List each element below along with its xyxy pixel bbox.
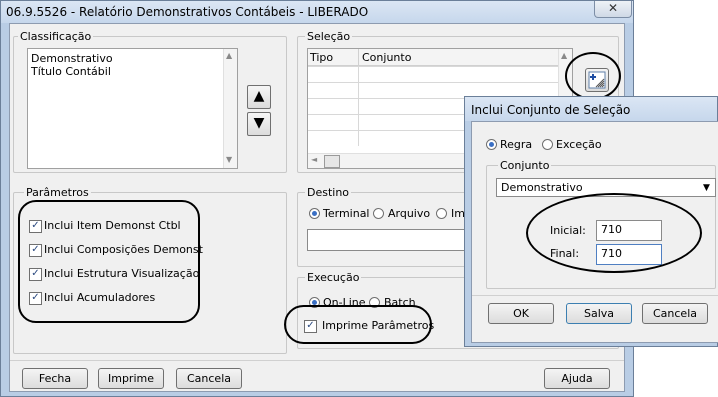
inclui-conjunto-dialog: Inclui Conjunto de Seleção Regra Exceção… (464, 96, 718, 347)
cancela-dialog-button[interactable]: Cancela (642, 303, 708, 324)
inicial-input[interactable]: 710 (596, 220, 662, 241)
list-item[interactable]: Título Contábil (31, 65, 111, 78)
checkbox-estrutura[interactable]: ✓ (29, 268, 42, 281)
checkbox-item-demonst[interactable]: ✓ (29, 220, 42, 233)
scroll-up-icon[interactable]: ▲ (561, 51, 567, 60)
grid-header: Tipo Conjunto (308, 49, 558, 66)
scroll-down-icon[interactable]: ▼ (226, 155, 232, 164)
radio-terminal[interactable] (309, 208, 320, 219)
radio-online[interactable] (309, 297, 320, 308)
destino-label: Destino (305, 186, 352, 199)
dialog-client-area: Regra Exceção Conjunto Demonstrativo ▼ I… (471, 121, 718, 343)
column-divider (358, 49, 359, 65)
arrow-down-icon: ▼ (253, 115, 265, 131)
checkbox-label: Inclui Estrutura Visualização (44, 267, 200, 280)
scroll-left-icon[interactable]: ◄ (311, 155, 317, 164)
fecha-button[interactable]: Fecha (22, 368, 88, 389)
window-title: 06.9.5526 - Relatório Demonstrativos Con… (6, 5, 369, 19)
cancela-button[interactable]: Cancela (176, 368, 242, 389)
arrow-up-icon: ▲ (253, 88, 265, 104)
radio-regra[interactable] (486, 139, 497, 150)
scroll-thumb[interactable] (324, 155, 340, 168)
column-divider (358, 66, 359, 146)
add-set-icon (588, 71, 606, 89)
column-header-tipo[interactable]: Tipo (310, 51, 333, 64)
selecao-label: Seleção (305, 30, 353, 43)
move-up-button[interactable]: ▲ (247, 85, 271, 109)
imprime-button[interactable]: Imprime (98, 368, 164, 389)
destino-input[interactable] (307, 229, 475, 251)
dialog-title: Inclui Conjunto de Seleção (471, 103, 631, 117)
conjunto-value: Demonstrativo (501, 181, 583, 194)
final-input[interactable]: 710 (596, 244, 662, 265)
checkbox-label: Inclui Acumuladores (44, 291, 156, 304)
title-bar[interactable]: 06.9.5526 - Relatório Demonstrativos Con… (1, 1, 633, 23)
execucao-label: Execução (305, 271, 362, 284)
radio-label: Batch (384, 296, 416, 309)
radio-label: Exceção (556, 138, 602, 151)
classificacao-label: Classificação (18, 30, 94, 43)
chevron-down-icon[interactable]: ▼ (703, 179, 710, 197)
classificacao-list[interactable]: Demonstrativo Título Contábil ▲ ▼ (27, 48, 238, 169)
dialog-divider (472, 295, 718, 296)
radio-label: Regra (500, 138, 533, 151)
checkbox-label: Imprime Parâmetros (322, 319, 435, 332)
checkbox-composicoes[interactable]: ✓ (29, 244, 42, 257)
dialog-title-bar[interactable]: Inclui Conjunto de Seleção (465, 97, 717, 121)
final-label: Final: (550, 247, 580, 260)
radio-label: On-Line (323, 296, 366, 309)
conjunto-label: Conjunto (498, 159, 552, 172)
bottom-divider (10, 360, 624, 361)
checkbox-imprime-parametros[interactable]: ✓ (304, 320, 317, 333)
checkbox-label: Inclui Composições Demonst (44, 243, 203, 256)
radio-arquivo[interactable] (373, 208, 384, 219)
ok-button[interactable]: OK (488, 303, 554, 324)
checkbox-acumuladores[interactable]: ✓ (29, 292, 42, 305)
radio-label: Terminal (323, 207, 370, 220)
radio-label: Arquivo (388, 207, 431, 220)
list-item[interactable]: Demonstrativo (31, 52, 113, 65)
radio-batch[interactable] (369, 297, 380, 308)
add-selection-button[interactable] (585, 68, 609, 92)
conjunto-select[interactable]: Demonstrativo ▼ (496, 178, 716, 197)
close-icon: ✕ (607, 1, 619, 15)
salva-button[interactable]: Salva (566, 303, 632, 324)
classificacao-scrollbar[interactable]: ▲ ▼ (223, 49, 237, 168)
radio-impressora[interactable] (436, 208, 447, 219)
scroll-up-icon[interactable]: ▲ (226, 51, 232, 60)
radio-excecao[interactable] (542, 139, 553, 150)
parametros-label: Parâmetros (24, 186, 91, 199)
ajuda-button[interactable]: Ajuda (544, 368, 610, 389)
checkbox-label: Inclui Item Demonst Ctbl (44, 219, 181, 232)
move-down-button[interactable]: ▼ (247, 112, 271, 136)
inicial-label: Inicial: (550, 224, 586, 237)
column-header-conjunto[interactable]: Conjunto (362, 51, 411, 64)
close-button[interactable]: ✕ (594, 1, 632, 18)
